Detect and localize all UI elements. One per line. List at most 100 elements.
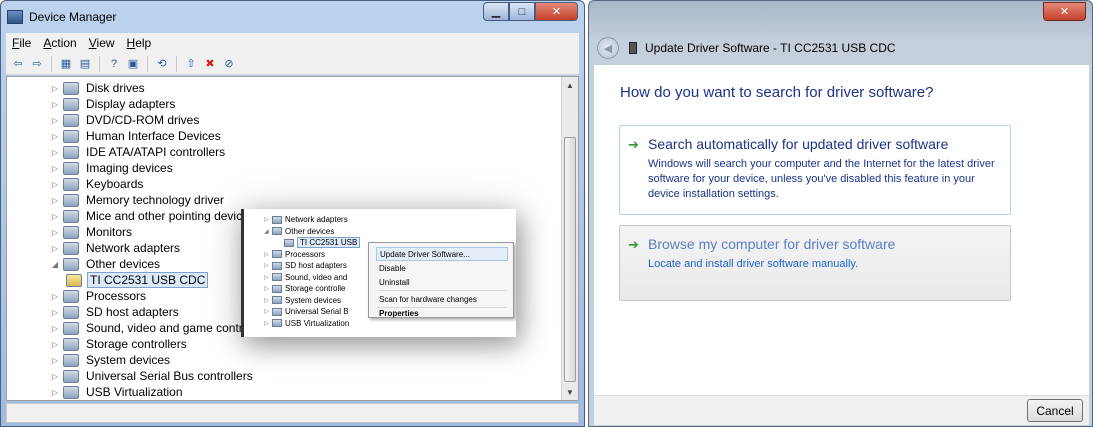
callout-tree-label: SD host adapters [285,261,347,270]
tree-item[interactable]: ▷ Storage controllers [50,336,189,352]
toolbar-separator [147,55,148,72]
tree-item[interactable]: ▷ Disk drives [50,80,147,96]
expand-arrow-icon[interactable]: ▷ [50,372,60,381]
menu-bar: File Action View Help [6,33,579,53]
expand-arrow-icon: ▷ [264,320,269,327]
maximize-icon[interactable]: □ [509,2,535,21]
expand-arrow-icon[interactable]: ▷ [50,308,60,317]
callout-tree-item: TI CC2531 USB [276,237,361,248]
expand-arrow-icon: ▷ [264,217,269,223]
tree-item[interactable]: ▷ DVD/CD-ROM drives [50,112,201,128]
usb-controller-icon [63,369,79,383]
expand-arrow-icon: ▷ [264,263,269,269]
tree-item[interactable]: ▷ Network adapters [50,240,182,256]
expand-arrow-icon[interactable]: ▷ [50,212,60,221]
tree-item[interactable]: ◢ Other devices [50,256,162,272]
tree-item[interactable]: ▷ Human Interface Devices [50,128,223,144]
collapse-arrow-icon[interactable]: ◢ [50,260,60,269]
keyboard-icon [63,177,79,191]
callout-tree-label: Storage controlle [285,284,346,293]
callout-tree-item: ▷ USB Virtualization [264,318,349,329]
expand-arrow-icon[interactable]: ▷ [50,340,60,349]
expand-arrow-icon[interactable]: ▷ [50,148,60,157]
disk-drive-icon [63,81,79,95]
callout-tree-item: ▷ Sound, video and [264,272,347,283]
expand-arrow-icon: ▷ [264,274,269,281]
window-title: Device Manager [29,10,117,24]
unknown-device-warning-icon [66,273,82,287]
tree-item[interactable]: ▷ Processors [50,288,148,304]
context-menu-properties[interactable]: Properties [376,306,508,320]
tree-item[interactable]: ▷ Keyboards [50,176,145,192]
tree-item[interactable]: ▷ Sound, video and game controllers [50,320,273,336]
expand-arrow-icon[interactable]: ▷ [50,196,60,205]
tree-item[interactable]: ▷ Monitors [50,224,134,240]
tree-item[interactable]: ▷ Imaging devices [50,160,175,176]
device-icon [284,238,294,247]
help-icon[interactable]: ? [106,56,122,72]
show-hidden-icon[interactable]: ▤ [77,56,93,72]
minimize-icon[interactable]: ▁ [483,2,509,21]
context-menu-update-driver[interactable]: Update Driver Software... [376,247,508,261]
tree-item-label: Memory technology driver [86,193,225,207]
scroll-down-icon[interactable]: ▼ [562,384,578,400]
callout-tree-label: Other devices [285,226,335,236]
dialog-footer: Cancel [594,395,1089,425]
context-menu-disable[interactable]: Disable [376,261,508,275]
browse-computer-option[interactable]: ➔ Browse my computer for driver software… [619,225,1011,301]
storage-controller-icon [63,337,79,351]
tree-item[interactable]: ▷ IDE ATA/ATAPI controllers [50,144,227,160]
tree-item[interactable]: ▷ Universal Serial Bus controllers [50,368,255,384]
update-driver-icon[interactable]: ⇧ [183,56,199,72]
menu-help[interactable]: Help [127,36,152,50]
expand-arrow-icon[interactable]: ▷ [50,164,60,173]
expand-arrow-icon[interactable]: ▷ [50,180,60,189]
display-adapter-icon [63,97,79,111]
expand-arrow-icon[interactable]: ▷ [50,292,60,301]
tree-item[interactable]: ▷ USB Virtualization [50,384,185,400]
expand-arrow-icon[interactable]: ▷ [50,100,60,109]
expand-arrow-icon[interactable]: ▷ [50,116,60,125]
disable-icon[interactable]: ⊘ [221,56,237,72]
expand-arrow-icon[interactable]: ▷ [50,324,60,333]
context-menu-scan[interactable]: Scan for hardware changes [376,292,508,306]
expand-arrow-icon[interactable]: ▷ [50,388,60,397]
search-automatically-option[interactable]: ➔ Search automatically for updated drive… [619,125,1011,215]
tree-item[interactable]: ▷ Display adapters [50,96,177,112]
back-icon[interactable]: ⇦ [10,56,26,72]
expand-arrow-icon[interactable]: ▷ [50,356,60,365]
tree-item[interactable]: ▷ SD host adapters [50,304,181,320]
context-menu-uninstall[interactable]: Uninstall [376,275,508,289]
option-title: Search automatically for updated driver … [648,136,949,152]
callout-tree-item: ▷ Universal Serial B [264,306,349,317]
tree-item-label: Processors [86,289,147,303]
scroll-thumb[interactable] [564,137,576,382]
vertical-scrollbar[interactable]: ▲ ▼ [561,77,578,400]
close-icon[interactable]: ✕ [535,2,578,21]
callout-tree-item: ▷ Network adapters [264,214,348,225]
expand-arrow-icon[interactable]: ▷ [50,228,60,237]
back-arrow-icon[interactable]: ◀ [597,37,619,59]
cancel-button[interactable]: Cancel [1027,399,1083,422]
scan-icon[interactable]: ⟲ [154,56,170,72]
option-title: Browse my computer for driver software [648,236,896,252]
tree-item[interactable]: ▷ System devices [50,352,172,368]
expand-arrow-icon[interactable]: ▷ [50,132,60,141]
menu-file[interactable]: File [12,36,31,50]
scroll-up-icon[interactable]: ▲ [562,77,578,93]
menu-action[interactable]: Action [43,36,76,50]
device-manager-titlebar[interactable]: Device Manager ▁ □ ✕ [1,1,584,33]
close-icon[interactable]: ✕ [1043,2,1086,21]
tree-item[interactable]: ▷ Memory technology driver [50,192,226,208]
tree-item-selected-device[interactable]: TI CC2531 USB CDC [66,272,209,288]
properties-view-icon[interactable]: ▦ [58,56,74,72]
menu-view[interactable]: View [89,36,115,50]
expand-arrow-icon[interactable]: ▷ [50,84,60,93]
forward-icon[interactable]: ⇨ [29,56,45,72]
expand-arrow-icon: ▷ [264,251,269,258]
uninstall-icon[interactable]: ✖ [202,56,218,72]
console-icon[interactable]: ▣ [125,56,141,72]
expand-arrow-icon[interactable]: ▷ [50,244,60,253]
tree-item[interactable]: ▷ Mice and other pointing devices [50,208,257,224]
hid-icon [63,129,79,143]
